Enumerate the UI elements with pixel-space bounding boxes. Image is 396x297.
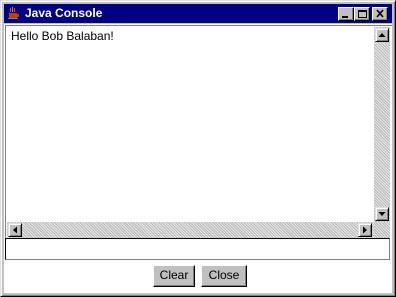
arrow-left-icon bbox=[13, 226, 17, 234]
scroll-right-button[interactable] bbox=[358, 223, 372, 237]
scroll-left-button[interactable] bbox=[8, 223, 22, 237]
title-bar[interactable]: Java Console bbox=[4, 4, 392, 23]
arrow-up-icon bbox=[378, 33, 386, 37]
close-window-button[interactable] bbox=[372, 7, 388, 21]
console-client-area: Hello Bob Balaban! Clear Close bbox=[4, 24, 392, 293]
java-console-window: Java Console Hello Bob Balaban! Clear Cl… bbox=[0, 0, 396, 297]
java-cup-icon bbox=[7, 7, 21, 19]
minimize-button[interactable] bbox=[338, 7, 354, 21]
scrollbar-corner bbox=[374, 222, 390, 238]
vertical-scrollbar[interactable] bbox=[374, 27, 390, 223]
maximize-icon bbox=[358, 10, 367, 18]
close-icon bbox=[376, 9, 384, 18]
scroll-up-button[interactable] bbox=[375, 28, 389, 42]
arrow-down-icon bbox=[378, 212, 386, 216]
console-output-text: Hello Bob Balaban! bbox=[11, 29, 114, 43]
clear-button[interactable]: Clear bbox=[153, 265, 195, 287]
maximize-button[interactable] bbox=[354, 7, 370, 21]
console-input-field[interactable] bbox=[5, 238, 390, 260]
minimize-icon bbox=[342, 16, 348, 18]
arrow-right-icon bbox=[363, 226, 367, 234]
scroll-down-button[interactable] bbox=[375, 207, 389, 221]
horizontal-scrollbar[interactable] bbox=[7, 222, 374, 238]
window-title: Java Console bbox=[25, 6, 103, 20]
console-output-area[interactable]: Hello Bob Balaban! bbox=[5, 25, 392, 238]
close-button[interactable]: Close bbox=[201, 265, 247, 287]
